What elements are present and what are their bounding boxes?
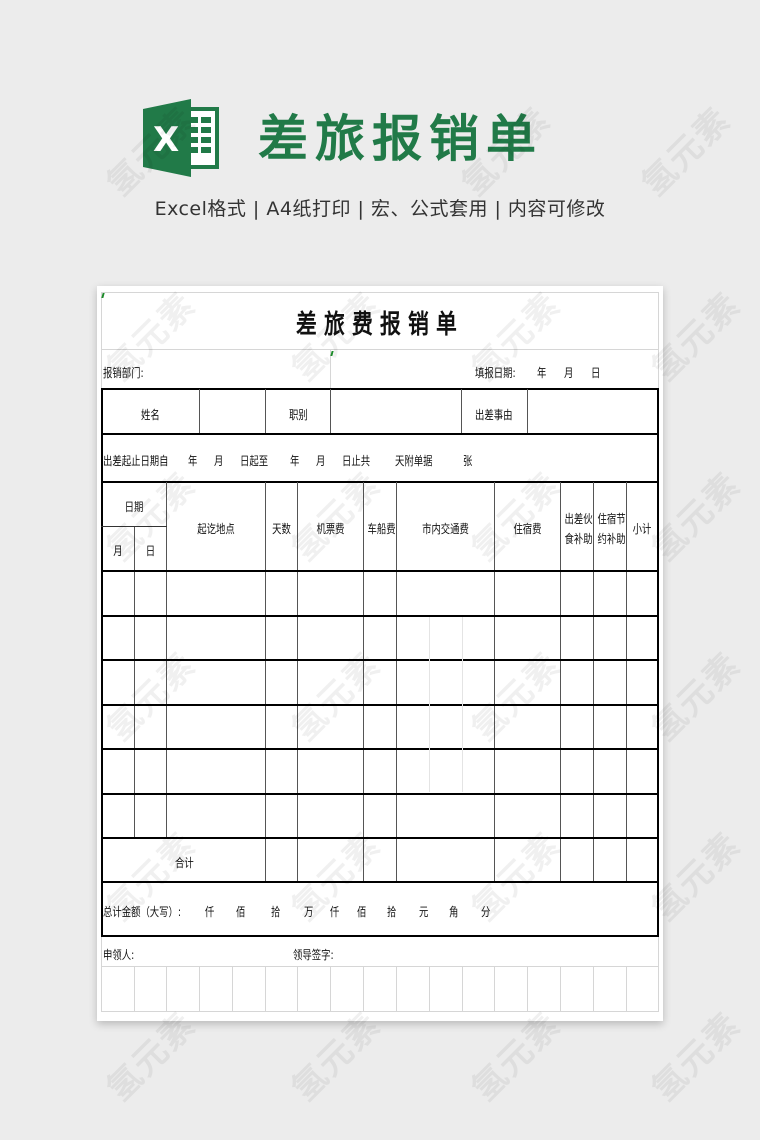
name-label: 姓名 <box>141 408 160 422</box>
data-row[interactable] <box>103 572 657 614</box>
period-year2: 年 <box>290 454 300 468</box>
reason-label: 出差事由 <box>475 408 513 422</box>
form-title: 差旅费报销单 <box>295 310 464 340</box>
col-date: 日期 <box>124 500 144 514</box>
position-label: 职别 <box>289 408 308 422</box>
col-airfare: 机票费 <box>316 522 345 536</box>
leader-sign-field[interactable] <box>337 938 657 964</box>
fill-date-month: 月 <box>564 366 574 380</box>
watermark: 氢元素 <box>634 99 739 205</box>
name-field[interactable] <box>200 390 264 433</box>
unit-bai: 佰 <box>236 905 246 919</box>
position-field[interactable] <box>332 390 460 433</box>
data-row[interactable] <box>103 750 657 792</box>
department-label: 报销部门: <box>103 366 144 380</box>
expense-form-sheet: 差旅费报销单 报销部门: 填报日期: 年 月 日 姓名 职别 出差事由 出差起止… <box>97 286 663 1021</box>
unit-qian-2: 仟 <box>330 905 340 919</box>
period-from-label: 出差起止日期自 <box>103 454 169 468</box>
col-lodging-saving-2: 约补助 <box>597 532 626 546</box>
period-sheets: 张 <box>463 454 473 468</box>
unit-shi-2: 拾 <box>387 905 397 919</box>
col-subtotal: 小计 <box>632 522 652 536</box>
fill-date-year: 年 <box>537 366 547 380</box>
col-day: 日 <box>145 544 156 558</box>
col-days: 天数 <box>272 522 291 536</box>
period-days-attach: 天附单据 <box>395 454 433 468</box>
col-meal-allowance-2: 食补助 <box>564 532 593 546</box>
applicant-field[interactable] <box>147 938 287 964</box>
banner-title: 差旅报销单 <box>258 110 543 168</box>
col-lodging-saving: 住宿节 <box>597 512 626 526</box>
total-label: 合计 <box>175 856 194 870</box>
data-row[interactable] <box>103 795 657 837</box>
col-route: 起讫地点 <box>197 522 235 536</box>
excel-logo-icon: X <box>141 99 221 177</box>
grand-total-label: 总计金额（大写）: <box>103 905 182 919</box>
col-vehicle: 车船费 <box>367 522 396 536</box>
col-meal-allowance: 出差伙 <box>564 512 593 526</box>
data-row[interactable] <box>103 661 657 703</box>
col-month: 月 <box>113 544 123 558</box>
col-lodging: 住宿费 <box>513 522 542 536</box>
unit-wan: 万 <box>304 905 314 919</box>
col-local-transport: 市内交通费 <box>422 522 469 536</box>
grand-total-field[interactable] <box>517 884 657 934</box>
data-row[interactable] <box>103 617 657 659</box>
reason-field[interactable] <box>529 390 656 433</box>
unit-bai-2: 佰 <box>357 905 367 919</box>
unit-yuan: 元 <box>419 905 429 919</box>
period-month2: 月 <box>316 454 326 468</box>
period-month1: 月 <box>214 454 224 468</box>
unit-shi: 拾 <box>271 905 281 919</box>
period-year1: 年 <box>188 454 198 468</box>
fill-date-label: 填报日期: <box>475 366 516 380</box>
svg-text:X: X <box>153 120 179 160</box>
total-row[interactable] <box>266 839 657 881</box>
period-day-total: 日止共 <box>342 454 371 468</box>
fill-date-day: 日 <box>591 366 601 380</box>
period-day-to: 日起至 <box>240 454 269 468</box>
unit-fen: 分 <box>481 905 491 919</box>
applicant-label: 申领人: <box>103 948 135 962</box>
banner-subtitle: Excel格式 | A4纸打印 | 宏、公式套用 | 内容可修改 <box>154 198 606 220</box>
unit-qian: 仟 <box>205 905 215 919</box>
data-row[interactable] <box>103 706 657 748</box>
leader-sign-label: 领导签字: <box>293 948 334 962</box>
unit-jiao: 角 <box>449 905 459 919</box>
